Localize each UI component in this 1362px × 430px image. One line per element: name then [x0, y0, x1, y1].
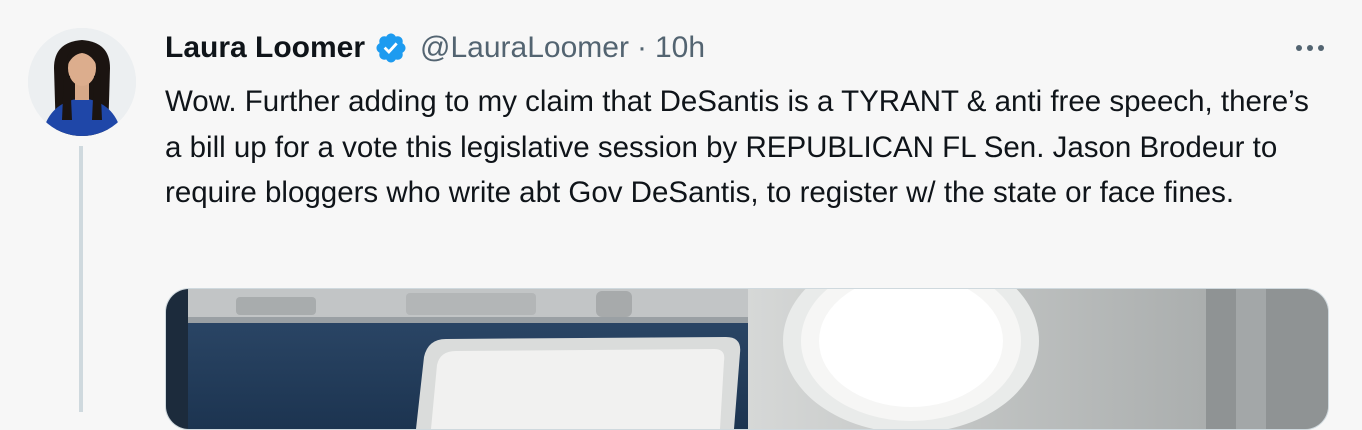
tweet-timestamp[interactable]: 10h [655, 31, 705, 65]
author-display-name[interactable]: Laura Loomer [165, 31, 365, 65]
more-dot [1318, 45, 1324, 51]
more-options-icon[interactable] [1290, 36, 1330, 60]
more-dot [1296, 45, 1302, 51]
tweet-header: Laura Loomer @LauraLoomer · 10h [165, 26, 705, 70]
header-separator: · [636, 31, 647, 64]
tweet-text: Wow. Further adding to my claim that DeS… [165, 85, 1309, 209]
thread-connector-line [79, 146, 83, 412]
avatar[interactable] [28, 28, 136, 136]
tweet-media-photo[interactable] [165, 288, 1329, 430]
verified-badge-icon [376, 33, 406, 63]
author-handle[interactable]: @LauraLoomer [420, 31, 629, 65]
more-dot [1307, 45, 1313, 51]
